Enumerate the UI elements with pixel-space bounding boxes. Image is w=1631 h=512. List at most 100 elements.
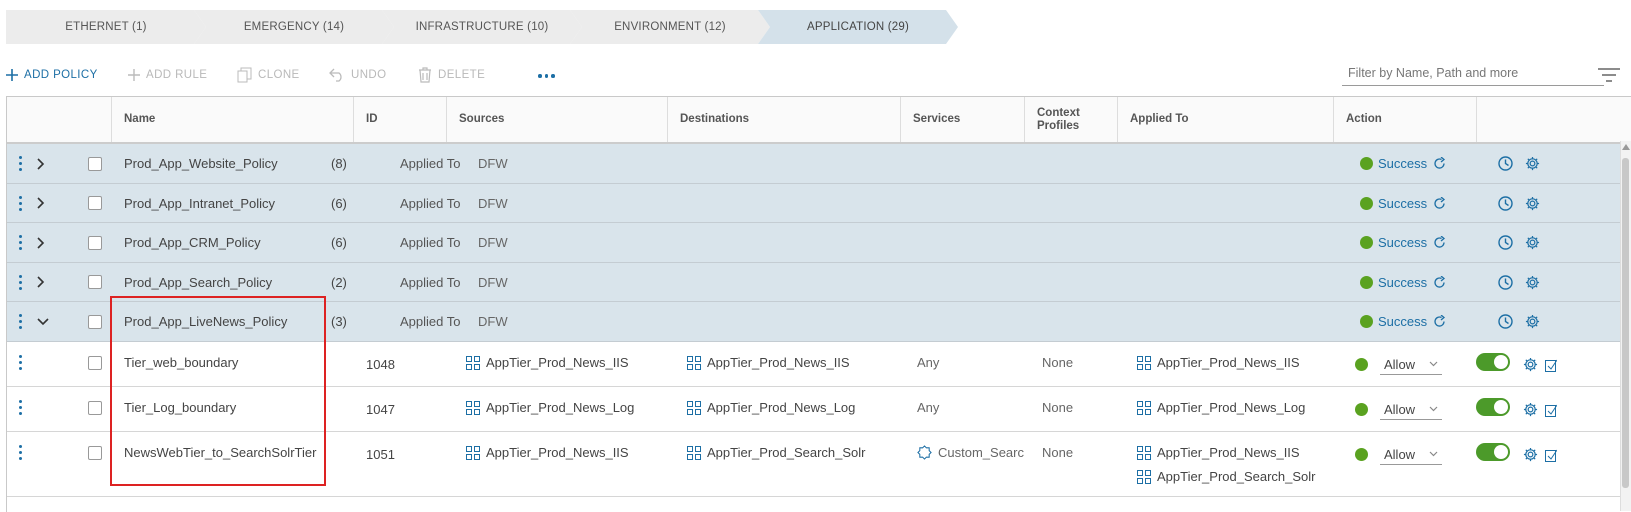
- breadcrumb-application[interactable]: APPLICATION (29): [758, 10, 958, 44]
- rule-context-profile[interactable]: None: [1042, 400, 1073, 415]
- expand-chevron-icon[interactable]: [37, 276, 45, 288]
- breadcrumb-ethernet[interactable]: ETHERNET (1): [6, 10, 206, 44]
- add-policy-button[interactable]: ADD POLICY: [6, 60, 98, 90]
- row-menu-icon[interactable]: [19, 156, 22, 172]
- status-text: Success: [1378, 274, 1428, 290]
- rule-destination[interactable]: AppTier_Prod_News_IIS: [707, 355, 850, 370]
- gear-icon[interactable]: [1525, 314, 1540, 329]
- row-checkbox[interactable]: [88, 235, 102, 250]
- col-sources[interactable]: Sources: [446, 97, 667, 142]
- grid-header: Name ID Sources Destinations Services Co…: [7, 97, 1631, 144]
- history-icon[interactable]: [1498, 314, 1513, 329]
- policy-row[interactable]: Prod_App_Intranet_Policy (6) Applied To DFW…: [7, 183, 1631, 223]
- filter-icon[interactable]: [1598, 68, 1620, 82]
- history-icon[interactable]: [1498, 235, 1513, 250]
- edit-icon[interactable]: [1545, 448, 1557, 462]
- rule-service[interactable]: Any: [917, 355, 939, 370]
- rule-source[interactable]: AppTier_Prod_News_IIS: [486, 355, 629, 370]
- rule-destination[interactable]: AppTier_Prod_Search_Solr: [707, 445, 866, 460]
- row-checkbox[interactable]: [88, 445, 102, 460]
- row-checkbox[interactable]: [88, 400, 102, 415]
- row-checkbox[interactable]: [88, 314, 102, 329]
- policy-row[interactable]: Prod_App_Website_Policy (8) Applied To DFW S…: [7, 144, 1631, 184]
- group-icon: [687, 400, 701, 415]
- rule-destination[interactable]: AppTier_Prod_News_Log: [707, 400, 855, 415]
- col-destinations[interactable]: Destinations: [667, 97, 900, 142]
- collapse-chevron-icon[interactable]: [37, 318, 49, 326]
- history-icon[interactable]: [1498, 156, 1513, 171]
- policy-name[interactable]: Prod_App_Intranet_Policy: [124, 196, 275, 211]
- gear-icon[interactable]: [1523, 447, 1538, 462]
- rule-status-icon: [1355, 358, 1368, 371]
- refresh-icon[interactable]: [1433, 315, 1446, 328]
- col-context-profiles[interactable]: Context Profiles: [1024, 97, 1117, 142]
- breadcrumb-infrastructure[interactable]: INFRASTRUCTURE (10): [382, 10, 582, 44]
- gear-icon[interactable]: [1525, 275, 1540, 290]
- filter-input[interactable]: [1342, 60, 1604, 86]
- expand-chevron-icon[interactable]: [37, 158, 45, 170]
- scrollbar-thumb[interactable]: [1622, 158, 1629, 488]
- action-select[interactable]: Allow: [1380, 445, 1442, 465]
- col-name[interactable]: Name: [111, 97, 353, 142]
- applied-to-value: DFW: [478, 314, 508, 330]
- group-icon: [1137, 355, 1151, 370]
- undo-button[interactable]: UNDO: [329, 60, 386, 90]
- history-icon[interactable]: [1498, 196, 1513, 211]
- row-menu-icon[interactable]: [19, 195, 22, 211]
- policy-row[interactable]: Prod_App_CRM_Policy (6) Applied To DFW Succe…: [7, 223, 1631, 263]
- policy-rule-count: (2): [331, 274, 347, 290]
- col-id[interactable]: ID: [353, 97, 446, 142]
- rule-service[interactable]: Custom_Searc: [938, 445, 1024, 460]
- row-menu-icon[interactable]: [19, 314, 22, 330]
- policy-name[interactable]: Prod_App_Website_Policy: [124, 156, 278, 171]
- gear-icon[interactable]: [1523, 357, 1538, 372]
- more-actions-icon[interactable]: [538, 74, 555, 78]
- refresh-icon[interactable]: [1433, 157, 1446, 170]
- rule-context-profile[interactable]: None: [1042, 355, 1073, 370]
- breadcrumb-label: EMERGENCY (14): [243, 21, 345, 33]
- rule-context-profile[interactable]: None: [1042, 445, 1073, 460]
- row-menu-icon[interactable]: [19, 355, 22, 370]
- gear-icon[interactable]: [1525, 156, 1540, 171]
- history-icon[interactable]: [1498, 275, 1513, 290]
- refresh-icon[interactable]: [1433, 236, 1446, 249]
- breadcrumb-emergency[interactable]: EMERGENCY (14): [194, 10, 394, 44]
- applied-to-label: Applied To: [400, 195, 461, 211]
- policy-name[interactable]: Prod_App_CRM_Policy: [124, 235, 261, 250]
- rule-enable-toggle[interactable]: [1476, 442, 1510, 461]
- expand-chevron-icon[interactable]: [37, 197, 45, 209]
- rule-enable-toggle[interactable]: [1476, 397, 1510, 416]
- scroll-up-icon[interactable]: [1622, 144, 1630, 150]
- action-select[interactable]: Allow: [1380, 400, 1442, 420]
- refresh-icon[interactable]: [1433, 196, 1446, 210]
- rule-source[interactable]: AppTier_Prod_News_Log: [486, 400, 634, 415]
- row-checkbox[interactable]: [88, 275, 102, 290]
- col-action[interactable]: Action: [1333, 97, 1476, 142]
- refresh-icon[interactable]: [1433, 275, 1446, 289]
- edit-icon[interactable]: [1545, 358, 1557, 372]
- row-checkbox[interactable]: [88, 196, 102, 211]
- row-checkbox[interactable]: [88, 355, 102, 370]
- row-menu-icon[interactable]: [19, 274, 22, 290]
- add-rule-button[interactable]: ADD RULE: [128, 60, 207, 90]
- col-services[interactable]: Services: [900, 97, 1024, 142]
- gear-icon[interactable]: [1525, 196, 1540, 211]
- action-select[interactable]: Allow: [1380, 355, 1442, 375]
- delete-button[interactable]: DELETE: [418, 60, 485, 90]
- row-menu-icon[interactable]: [19, 445, 22, 460]
- row-menu-icon[interactable]: [19, 235, 22, 251]
- breadcrumb-environment[interactable]: ENVIRONMENT (12): [570, 10, 770, 44]
- gear-icon[interactable]: [1523, 402, 1538, 417]
- rule-enable-toggle[interactable]: [1476, 352, 1510, 371]
- rule-service[interactable]: Any: [917, 400, 939, 415]
- rule-source[interactable]: AppTier_Prod_News_IIS: [486, 445, 629, 460]
- row-checkbox[interactable]: [88, 156, 102, 171]
- policy-name[interactable]: Prod_App_Search_Policy: [124, 275, 272, 290]
- col-action-label: Action: [1346, 113, 1382, 125]
- row-menu-icon[interactable]: [19, 400, 22, 415]
- clone-button[interactable]: CLONE: [237, 60, 300, 90]
- gear-icon[interactable]: [1525, 235, 1540, 250]
- expand-chevron-icon[interactable]: [37, 237, 45, 249]
- col-applied-to[interactable]: Applied To: [1117, 97, 1333, 142]
- edit-icon[interactable]: [1545, 403, 1557, 417]
